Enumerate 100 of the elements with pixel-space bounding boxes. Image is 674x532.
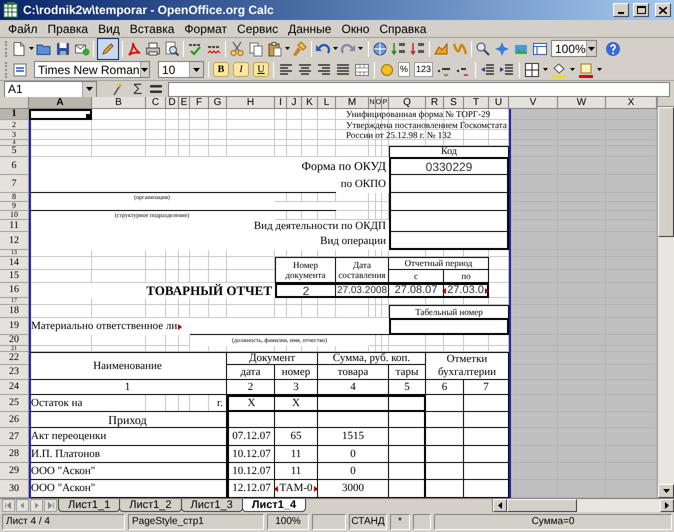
column-header[interactable]: D (166, 97, 179, 109)
row-header[interactable]: 8 (0, 193, 29, 202)
row-header[interactable]: 9 (0, 202, 29, 211)
printer-icon[interactable] (145, 40, 161, 56)
row-header[interactable]: 20 (0, 335, 29, 346)
scroll-right-button[interactable] (660, 499, 674, 512)
align-center-icon[interactable] (297, 62, 313, 78)
menu-item[interactable]: Данные (283, 20, 336, 38)
column-header[interactable]: J (287, 97, 302, 109)
spreadsheet-app-icon[interactable] (3, 2, 19, 18)
coin-icon[interactable] (379, 62, 395, 78)
row-header[interactable]: 3 (0, 130, 29, 140)
column-header[interactable]: G (209, 97, 227, 109)
column-header[interactable]: C (146, 97, 166, 109)
align-left-icon[interactable] (278, 62, 294, 78)
sheet-tab[interactable]: Лист1_3 (180, 499, 243, 512)
pdf-icon[interactable] (126, 40, 142, 56)
borders-icon[interactable] (524, 62, 540, 78)
cell-cursor[interactable] (29, 109, 92, 120)
styles-icon[interactable] (12, 62, 28, 78)
row-header[interactable]: 16 (0, 283, 29, 298)
formula-input[interactable] (168, 82, 670, 96)
dropdown-arrow-icon[interactable] (543, 68, 548, 71)
row-header[interactable]: 12 (0, 232, 29, 250)
row-header[interactable]: 23 (0, 365, 29, 380)
row-header[interactable]: 26 (0, 412, 29, 428)
column-header[interactable]: U (489, 97, 509, 109)
chart-icon[interactable] (433, 40, 449, 56)
dropdown-arrow-icon[interactable] (141, 68, 148, 72)
dropdown-arrow-icon[interactable] (285, 47, 290, 50)
number-format-button[interactable]: 123 (414, 62, 434, 77)
menu-item[interactable]: Правка (42, 20, 94, 38)
close-button[interactable] (655, 3, 671, 17)
sort-descending-icon[interactable] (410, 40, 426, 56)
background-color-icon[interactable] (551, 62, 568, 78)
horizontal-scrollbar[interactable] (492, 499, 674, 512)
row-header[interactable]: 24 (0, 380, 29, 395)
dropdown-arrow-icon[interactable] (570, 68, 576, 71)
vertical-scrollbar[interactable] (657, 97, 674, 498)
menu-item[interactable]: Вид (93, 20, 125, 38)
dropdown-arrow-icon[interactable] (588, 46, 595, 50)
scissors-icon[interactable] (229, 40, 245, 56)
bold-button[interactable]: B (213, 62, 229, 77)
sheet-tab[interactable]: Лист1_2 (119, 499, 182, 512)
table-icon[interactable] (532, 40, 548, 56)
scroll-down-button[interactable] (658, 484, 674, 498)
column-header[interactable]: T (464, 97, 489, 109)
column-header[interactable]: S (444, 97, 464, 109)
star-icon[interactable] (494, 40, 510, 56)
print-preview-icon[interactable] (164, 40, 180, 56)
toolbar-grip[interactable] (5, 62, 8, 78)
column-header[interactable]: L (318, 97, 336, 109)
justify-icon[interactable] (335, 62, 351, 78)
zoom-combo[interactable]: 100% (551, 40, 597, 57)
split-handle[interactable] (658, 97, 674, 107)
sort-ascending-icon[interactable] (391, 40, 407, 56)
menu-item[interactable]: Вставка (124, 20, 180, 38)
dropdown-arrow-icon[interactable] (597, 68, 602, 71)
align-right-icon[interactable] (316, 62, 332, 78)
sum-button[interactable]: Σ (131, 82, 144, 96)
row-header[interactable]: 18 (0, 305, 29, 318)
dropdown-arrow-icon[interactable] (333, 47, 338, 50)
menu-item[interactable]: Сервис (232, 20, 284, 38)
row-header[interactable]: 5 (0, 146, 29, 157)
menu-item[interactable]: Формат (179, 20, 232, 38)
row-header[interactable]: 15 (0, 270, 29, 283)
globe-icon[interactable] (372, 40, 388, 56)
row-header[interactable]: 29 (0, 463, 29, 480)
dropdown-arrow-icon[interactable] (358, 47, 363, 50)
row-header[interactable]: 25 (0, 395, 29, 412)
italic-button[interactable]: I (233, 62, 249, 77)
new-document-icon[interactable] (11, 40, 27, 56)
last-sheet-button[interactable] (44, 499, 57, 512)
sheet-tab[interactable]: Лист1_4 (242, 499, 306, 512)
minimize-button[interactable] (613, 3, 629, 17)
font-size-combo[interactable]: 10 (158, 61, 204, 78)
search-icon[interactable] (475, 40, 491, 56)
column-header[interactable]: K (302, 97, 318, 109)
row-header[interactable]: 2 (0, 120, 29, 130)
first-sheet-button[interactable] (2, 499, 15, 512)
row-header[interactable]: 11 (0, 220, 29, 232)
column-header[interactable]: X (606, 97, 657, 109)
paste-icon[interactable] (267, 40, 283, 56)
column-header[interactable]: B (92, 97, 146, 109)
row-header[interactable]: 10 (0, 211, 29, 220)
row-header[interactable]: 1 (0, 109, 29, 120)
sheet-tab[interactable]: Лист1_1 (58, 499, 120, 512)
row-header[interactable]: 22 (0, 352, 29, 365)
column-header[interactable]: V (509, 97, 558, 109)
column-header[interactable]: E (179, 97, 190, 109)
column-header[interactable]: H (227, 97, 275, 109)
column-header[interactable]: R (426, 97, 444, 109)
help-icon[interactable] (605, 40, 621, 56)
merge-cells-icon[interactable] (354, 62, 370, 78)
copy-icon[interactable] (248, 40, 264, 56)
menu-item[interactable]: Справка (374, 20, 432, 38)
dropdown-arrow-icon[interactable] (29, 47, 34, 50)
save-icon[interactable] (55, 40, 71, 56)
row-header[interactable]: 19 (0, 318, 29, 335)
row-header[interactable]: 6 (0, 157, 29, 175)
